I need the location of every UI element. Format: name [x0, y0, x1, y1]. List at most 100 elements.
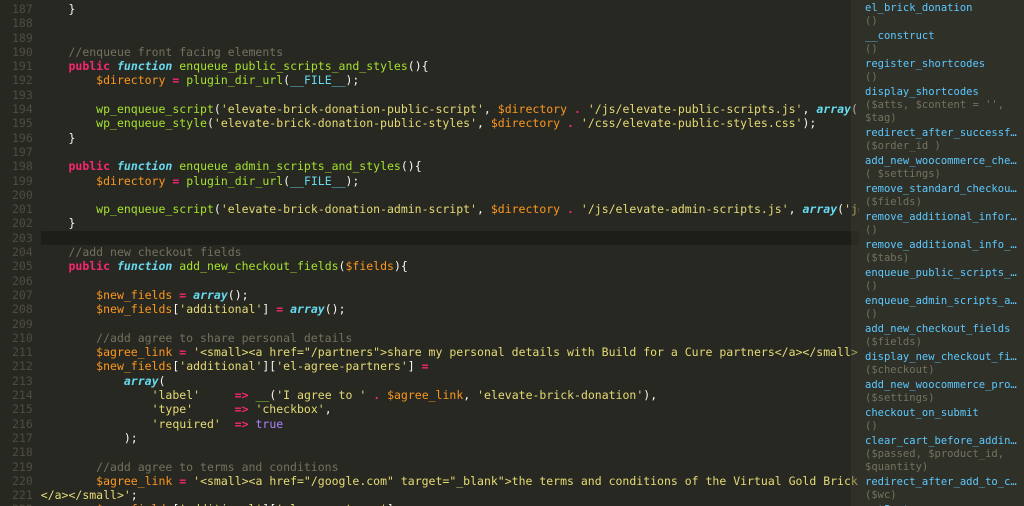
- code-line[interactable]: </a></small>';: [41, 488, 860, 502]
- code-line[interactable]: }: [41, 2, 860, 16]
- outline-item[interactable]: redirect_after_add_to_cart: [865, 476, 1018, 489]
- token: [41, 259, 69, 273]
- token: );: [346, 73, 360, 87]
- outline-item[interactable]: redirect_after_successful_pu: [865, 127, 1018, 140]
- code-line[interactable]: 'type' => 'checkbox',: [41, 402, 860, 416]
- code-line[interactable]: public function enqueue_public_scripts_a…: [41, 59, 860, 73]
- line-number: 191: [12, 59, 33, 73]
- token: [429, 359, 436, 373]
- outline-item[interactable]: remove_standard_checkout_fields: [865, 183, 1018, 196]
- outline-item[interactable]: checkout_on_submit: [865, 407, 1018, 420]
- code-line[interactable]: public function enqueue_admin_scripts_an…: [41, 159, 860, 173]
- outline-item[interactable]: add_new_checkout_fields: [865, 323, 1018, 336]
- code-line[interactable]: $new_fields['additional']['el-agree-term…: [41, 502, 860, 506]
- token: 'elevate-brick-donation-public-script': [221, 102, 484, 116]
- token: [41, 302, 96, 316]
- outline-item[interactable]: add_new_woocommerce_checkout: [865, 155, 1018, 168]
- code-line[interactable]: [41, 145, 860, 159]
- code-line[interactable]: [41, 274, 860, 288]
- outline-item[interactable]: add_new_woocommerce_product: [865, 379, 1018, 392]
- outline-signature: ( $settings): [865, 168, 1018, 181]
- outline-item[interactable]: el_brick_donation: [865, 2, 1018, 15]
- minimap[interactable]: [851, 0, 859, 506]
- token: public: [68, 159, 110, 173]
- code-line[interactable]: $agree_link = '<small><a href="/partners…: [41, 345, 860, 359]
- token: [41, 388, 152, 402]
- code-line[interactable]: //add agree to terms and conditions: [41, 460, 860, 474]
- code-line[interactable]: //add new checkout fields: [41, 245, 860, 259]
- code-line[interactable]: [41, 16, 860, 30]
- code-line[interactable]: wp_enqueue_style('elevate-brick-donation…: [41, 116, 860, 130]
- token: =>: [235, 402, 249, 416]
- code-line[interactable]: [41, 317, 860, 331]
- token: ,: [477, 202, 491, 216]
- code-line[interactable]: 'required' => true: [41, 417, 860, 431]
- token: [41, 502, 96, 506]
- code-line[interactable]: }: [41, 216, 860, 230]
- code-line[interactable]: [41, 231, 860, 245]
- code-line[interactable]: [41, 88, 860, 102]
- code-line[interactable]: //enqueue front facing elements: [41, 45, 860, 59]
- token: $directory: [491, 202, 560, 216]
- line-number: 188: [12, 16, 33, 30]
- token: plugin_dir_url: [186, 174, 283, 188]
- line-number: 210: [12, 331, 33, 345]
- code-area[interactable]: } //enqueue front facing elements public…: [41, 0, 860, 506]
- token: [41, 460, 96, 474]
- code-line[interactable]: 'label' => __('I agree to ' . $agree_lin…: [41, 388, 860, 402]
- token: ][: [262, 502, 276, 506]
- token: //add agree to share personal details: [96, 331, 352, 345]
- token: $directory: [498, 102, 567, 116]
- token: ,: [789, 202, 803, 216]
- outline-item[interactable]: register_shortcodes: [865, 58, 1018, 71]
- code-line[interactable]: [41, 31, 860, 45]
- code-line[interactable]: $new_fields['additional']['el-agree-part…: [41, 359, 860, 373]
- outline-panel[interactable]: el_brick_donation()__construct()register…: [859, 0, 1024, 506]
- outline-item[interactable]: display_shortcodes: [865, 86, 1018, 99]
- line-number: 190: [12, 45, 33, 59]
- token: $new_fields: [96, 302, 172, 316]
- token: (: [159, 374, 166, 388]
- code-line[interactable]: public function add_new_checkout_fields(…: [41, 259, 860, 273]
- token: wp_enqueue_script: [96, 102, 214, 116]
- token: 'label': [152, 388, 200, 402]
- token: [41, 474, 96, 488]
- code-line[interactable]: wp_enqueue_script('elevate-brick-donatio…: [41, 202, 860, 216]
- outline-signature: ($checkout): [865, 364, 1018, 377]
- token: [574, 116, 581, 130]
- token: wp_enqueue_style: [96, 116, 207, 130]
- outline-signature: ($settings): [865, 392, 1018, 405]
- code-line[interactable]: [41, 445, 860, 459]
- outline-item[interactable]: clear_cart_before_adding_pr: [865, 435, 1018, 448]
- code-line[interactable]: wp_enqueue_script('elevate-brick-donatio…: [41, 102, 860, 116]
- outline-item[interactable]: remove_additional_information: [865, 211, 1018, 224]
- outline-signature: (): [865, 71, 1018, 84]
- code-line[interactable]: $directory = plugin_dir_url(__FILE__);: [41, 73, 860, 87]
- code-line[interactable]: );: [41, 431, 860, 445]
- outline-item[interactable]: enqueue_public_scripts_and_: [865, 267, 1018, 280]
- code-line[interactable]: [41, 188, 860, 202]
- outline-item[interactable]: display_new_checkout_fields: [865, 351, 1018, 364]
- token: ]: [262, 302, 276, 316]
- code-line[interactable]: //add agree to share personal details: [41, 331, 860, 345]
- line-number: 209: [12, 317, 33, 331]
- outline-item[interactable]: enqueue_admin_scripts_and_s: [865, 295, 1018, 308]
- code-line[interactable]: }: [41, 131, 860, 145]
- code-line[interactable]: $new_fields['additional'] = array();: [41, 302, 860, 316]
- token: array: [193, 288, 228, 302]
- code-line[interactable]: array(: [41, 374, 860, 388]
- token: ),: [643, 388, 657, 402]
- line-number: 201: [12, 202, 33, 216]
- outline-item[interactable]: __construct: [865, 30, 1018, 43]
- code-line[interactable]: $directory = plugin_dir_url(__FILE__);: [41, 174, 860, 188]
- token: [41, 174, 96, 188]
- token: [41, 116, 96, 130]
- code-editor[interactable]: 1871881891901911921931941951961971981992…: [0, 0, 860, 506]
- token: '<small><a href="/google.com" target="_b…: [193, 474, 860, 488]
- outline-signature: (): [865, 420, 1018, 433]
- outline-signature: ($atts, $content = '', $tag): [865, 99, 1018, 125]
- line-number: 215: [12, 402, 33, 416]
- code-line[interactable]: $new_fields = array();: [41, 288, 860, 302]
- code-line[interactable]: $agree_link = '<small><a href="/google.c…: [41, 474, 860, 488]
- outline-item[interactable]: remove_additional_info_tab: [865, 239, 1018, 252]
